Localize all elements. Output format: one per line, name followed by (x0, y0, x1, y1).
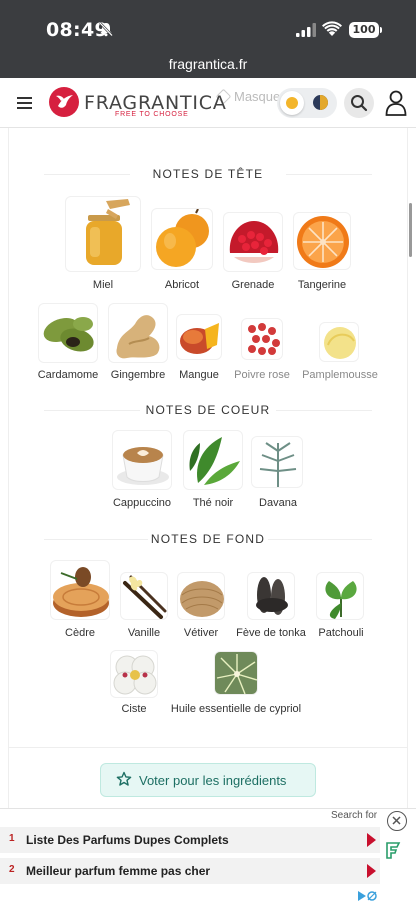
note-label-davana[interactable]: Davana (259, 497, 297, 509)
user-icon[interactable] (385, 90, 407, 116)
app: 08:49 100 fragrantica.fr Masque FRAGRANT… (0, 0, 416, 904)
search-button[interactable] (344, 88, 374, 118)
ad-banner (0, 808, 416, 904)
url-bar[interactable]: fragrantica.fr (0, 50, 416, 78)
ghost-nav-text: Masque (234, 89, 281, 104)
note-image-ginger[interactable] (108, 303, 168, 363)
note-image-pink-pepper[interactable] (241, 318, 283, 360)
note-label-cypriol[interactable]: Huile essentielle de cypriol (171, 703, 301, 715)
section-title-base-notes: NOTES DE FOND (150, 532, 266, 546)
search-icon (351, 95, 368, 112)
note-label-vanille[interactable]: Vanille (128, 627, 160, 639)
ad-provider-logo-icon (386, 842, 401, 859)
note-label-feve-de-tonka[interactable]: Fève de tonka (236, 627, 306, 639)
sun-core (286, 97, 298, 109)
note-image-davana[interactable] (251, 436, 303, 488)
ad-result-number: 2 (9, 864, 15, 875)
logo-tagline: FREE TO CHOOSE (115, 111, 189, 118)
ad-result-text[interactable]: Meilleur parfum femme pas cher (26, 864, 210, 878)
ad-result-2[interactable]: 2 Meilleur parfum femme pas cher (0, 858, 380, 884)
section-title-heart-notes: NOTES DE COEUR (145, 403, 271, 417)
arrow-right-icon (367, 864, 376, 878)
note-label-abricot[interactable]: Abricot (165, 279, 199, 291)
note-image-vanilla[interactable] (120, 572, 168, 620)
note-image-vetiver[interactable] (177, 572, 225, 620)
note-label-gingembre[interactable]: Gingembre (111, 369, 165, 381)
note-image-cappuccino[interactable] (112, 430, 172, 490)
battery-indicator: 100 (349, 22, 382, 38)
ad-result-text[interactable]: Liste Des Parfums Dupes Complets (26, 833, 229, 847)
ad-result-1[interactable]: 1 Liste Des Parfums Dupes Complets (0, 827, 380, 853)
note-image-tonka-bean[interactable] (247, 572, 295, 620)
logo-bird-icon[interactable] (49, 87, 79, 117)
note-label-patchouli[interactable]: Patchouli (318, 627, 363, 639)
note-label-cappuccino[interactable]: Cappuccino (113, 497, 171, 509)
moon-icon[interactable] (313, 95, 328, 110)
star-icon (116, 771, 132, 786)
section-title-top-notes: NOTES DE TÊTE (152, 167, 264, 181)
note-image-apricot[interactable] (151, 208, 213, 270)
note-label-cedre[interactable]: Cèdre (65, 627, 95, 639)
divider (8, 747, 408, 748)
cellular-signal-icon (296, 23, 316, 37)
note-label-ciste[interactable]: Ciste (121, 703, 146, 715)
note-image-cedar[interactable] (50, 560, 110, 620)
note-label-the-noir[interactable]: Thé noir (193, 497, 233, 509)
wifi-icon (322, 21, 342, 36)
note-image-pomegranate[interactable] (223, 212, 283, 272)
arrow-right-icon (367, 833, 376, 847)
adchoices-icon[interactable] (356, 890, 378, 902)
note-image-patchouli[interactable] (316, 572, 364, 620)
close-icon[interactable] (387, 811, 407, 831)
note-label-miel[interactable]: Miel (93, 279, 113, 291)
ad-result-number: 1 (9, 833, 15, 844)
vote-button-label[interactable]: Voter pour les ingrédients (139, 773, 286, 788)
note-label-tangerine[interactable]: Tangerine (298, 279, 346, 291)
bell-off-icon (99, 22, 113, 37)
note-image-rockrose[interactable] (110, 650, 158, 698)
note-image-honey[interactable] (65, 196, 141, 272)
note-image-tangerine[interactable] (293, 212, 351, 270)
note-image-grapefruit[interactable] (319, 322, 359, 362)
note-image-cardamom[interactable] (38, 303, 98, 363)
note-image-mango[interactable] (176, 314, 222, 360)
scrollbar[interactable] (409, 203, 412, 257)
note-label-poivre-rose[interactable]: Poivre rose (234, 369, 290, 381)
menu-icon[interactable] (17, 97, 32, 109)
note-label-grenade[interactable]: Grenade (232, 279, 275, 291)
status-bar: 08:49 100 (0, 0, 416, 50)
note-image-cypriol[interactable] (214, 651, 258, 695)
note-image-black-tea[interactable] (183, 430, 243, 490)
note-label-cardamome[interactable]: Cardamome (38, 369, 99, 381)
note-label-vetiver[interactable]: Vétiver (184, 627, 218, 639)
ad-search-for-label: Search for (331, 810, 378, 821)
note-label-pamplemousse[interactable]: Pamplemousse (302, 369, 378, 381)
note-label-mangue[interactable]: Mangue (179, 369, 219, 381)
